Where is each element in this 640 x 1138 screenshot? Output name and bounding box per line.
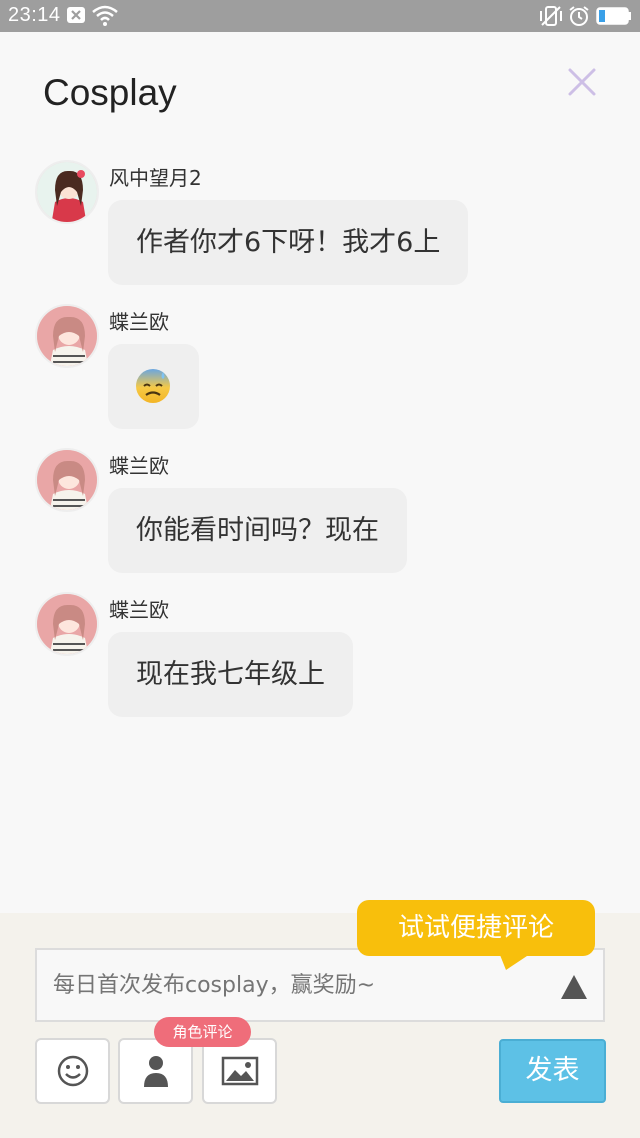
role-comment-badge: 角色评论 [154, 1017, 251, 1047]
quick-comment-tip-tail [498, 950, 536, 970]
message-bubble: 现在我七年级上 [108, 632, 353, 717]
username: 蝶兰欧 [109, 454, 169, 478]
username: 蝶兰欧 [109, 598, 169, 622]
sad-sweat-emoji-icon [136, 369, 170, 403]
quick-comment-tip[interactable]: 试试便捷评论 [357, 900, 595, 956]
alarm-icon [568, 5, 590, 31]
triangle-up-icon [561, 975, 587, 999]
smiley-icon [57, 1055, 88, 1087]
avatar-girl-pink-hair [37, 594, 97, 654]
message-bubble: 😓 [108, 344, 199, 429]
notification-close-icon [66, 5, 86, 29]
username: 风中望月2 [109, 166, 202, 190]
avatar[interactable] [35, 448, 99, 512]
page-title: Cosplay [43, 72, 177, 113]
image-icon [221, 1056, 258, 1086]
status-time: 23:14 [8, 4, 61, 26]
avatar[interactable] [35, 304, 99, 368]
close-icon [568, 68, 596, 96]
message-bubble: 作者你才6下呀！我才6上 [108, 200, 469, 285]
image-button[interactable] [202, 1038, 277, 1104]
role-comment-button[interactable] [118, 1038, 193, 1104]
person-icon [143, 1056, 168, 1087]
emoji-button[interactable] [35, 1038, 110, 1104]
avatar[interactable] [35, 592, 99, 656]
publish-button[interactable]: 发表 [499, 1039, 606, 1103]
battery-icon [596, 7, 632, 29]
avatar-girl-red-kimono [37, 162, 97, 222]
wifi-icon [92, 5, 118, 31]
message-bubble: 你能看时间吗？现在 [108, 488, 407, 573]
status-bar: 23:14 [0, 0, 640, 32]
avatar[interactable] [35, 160, 99, 224]
vibrate-icon [538, 5, 564, 31]
username: 蝶兰欧 [109, 310, 169, 334]
avatar-girl-pink-hair [37, 450, 97, 510]
close-button[interactable] [562, 62, 602, 102]
expand-arrow-button[interactable] [558, 972, 590, 1002]
avatar-girl-pink-hair [37, 306, 97, 366]
